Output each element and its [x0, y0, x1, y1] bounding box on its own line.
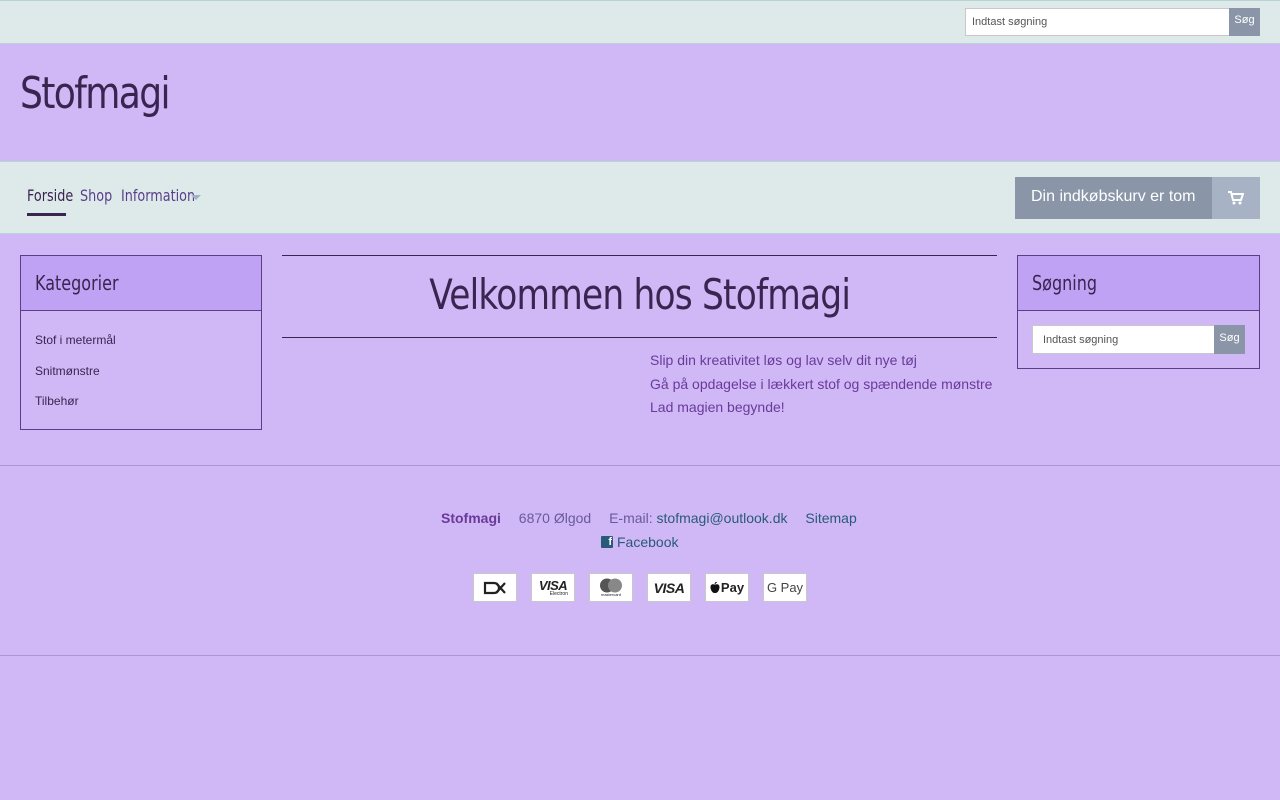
- apple-pay-icon: Pay: [705, 573, 749, 602]
- footer-address: 6870 Ølgod: [518, 510, 592, 526]
- facebook-label[interactable]: Facebook: [617, 534, 678, 550]
- categories-box: Kategorier Stof i metermål Snitmønstre T…: [20, 255, 262, 430]
- cart-button[interactable]: Din indkøbskurv er tom: [1015, 177, 1260, 219]
- category-list: Stof i metermål Snitmønstre Tilbehør: [21, 311, 261, 417]
- categories-header: Kategorier: [21, 256, 261, 311]
- chevron-down-icon[interactable]: [191, 195, 201, 200]
- cart-label[interactable]: Din indkøbskurv er tom: [1015, 177, 1212, 219]
- nav-active-indicator: [27, 213, 66, 216]
- nav-item-information[interactable]: Information: [121, 186, 195, 205]
- footer-contact: Stofmagi 6870 Ølgod E-mail: stofmagi@out…: [441, 510, 857, 526]
- top-search-button[interactable]: Søg: [1229, 8, 1260, 36]
- google-pay-icon: G Pay: [763, 573, 807, 602]
- dankort-icon: [473, 573, 517, 602]
- nav-item-forside[interactable]: Forside: [27, 186, 73, 205]
- visa-icon: VISA: [647, 573, 691, 602]
- intro-line: Gå på opdagelse i lækkert stof og spænde…: [650, 375, 993, 392]
- intro-text: Slip din kreativitet løs og lav selv dit…: [650, 349, 992, 420]
- side-search: Søg: [1032, 325, 1259, 354]
- shopping-cart-icon[interactable]: [1212, 177, 1260, 219]
- page-title: Velkommen hos Stofmagi: [429, 270, 851, 319]
- footer-email-link[interactable]: stofmagi@outlook.dk: [657, 510, 788, 526]
- facebook-icon: f: [601, 536, 613, 548]
- search-box-title: Søgning: [1032, 271, 1097, 295]
- main-nav: Forside Shop Information Din indkøbskurv…: [0, 161, 1280, 234]
- main-title-section: Velkommen hos Stofmagi: [282, 255, 997, 338]
- top-search: Søg: [965, 8, 1260, 36]
- site-logo[interactable]: Stofmagi: [20, 68, 171, 119]
- side-search-input[interactable]: [1032, 325, 1214, 354]
- search-box-header: Søgning: [1018, 256, 1259, 311]
- payment-methods: VISA Electron mastercard VISA Pay G Pay: [473, 573, 807, 602]
- mastercard-icon: mastercard: [589, 573, 633, 602]
- top-bar: Søg: [0, 0, 1280, 44]
- category-item-snitmonstre[interactable]: Snitmønstre: [35, 356, 247, 387]
- footer-brand: Stofmagi: [441, 510, 501, 526]
- search-box: Søgning Søg: [1017, 255, 1260, 369]
- top-search-input[interactable]: [965, 8, 1229, 36]
- visa-electron-icon: VISA Electron: [531, 573, 575, 602]
- site-header: Stofmagi: [0, 44, 1280, 162]
- intro-line: Lad magien begynde!: [650, 399, 785, 415]
- categories-title: Kategorier: [35, 271, 119, 295]
- category-item-stof[interactable]: Stof i metermål: [35, 325, 247, 356]
- footer-facebook-link[interactable]: f Facebook: [601, 534, 678, 550]
- nav-item-shop[interactable]: Shop: [80, 186, 112, 205]
- footer-email-label: E-mail:: [609, 510, 653, 526]
- footer-sitemap-link[interactable]: Sitemap: [805, 510, 856, 526]
- side-search-button[interactable]: Søg: [1214, 325, 1245, 354]
- site-footer: Stofmagi 6870 Ølgod E-mail: stofmagi@out…: [0, 465, 1280, 656]
- category-item-tilbehor[interactable]: Tilbehør: [35, 386, 247, 417]
- intro-line: Slip din kreativitet løs og lav selv dit…: [650, 352, 917, 368]
